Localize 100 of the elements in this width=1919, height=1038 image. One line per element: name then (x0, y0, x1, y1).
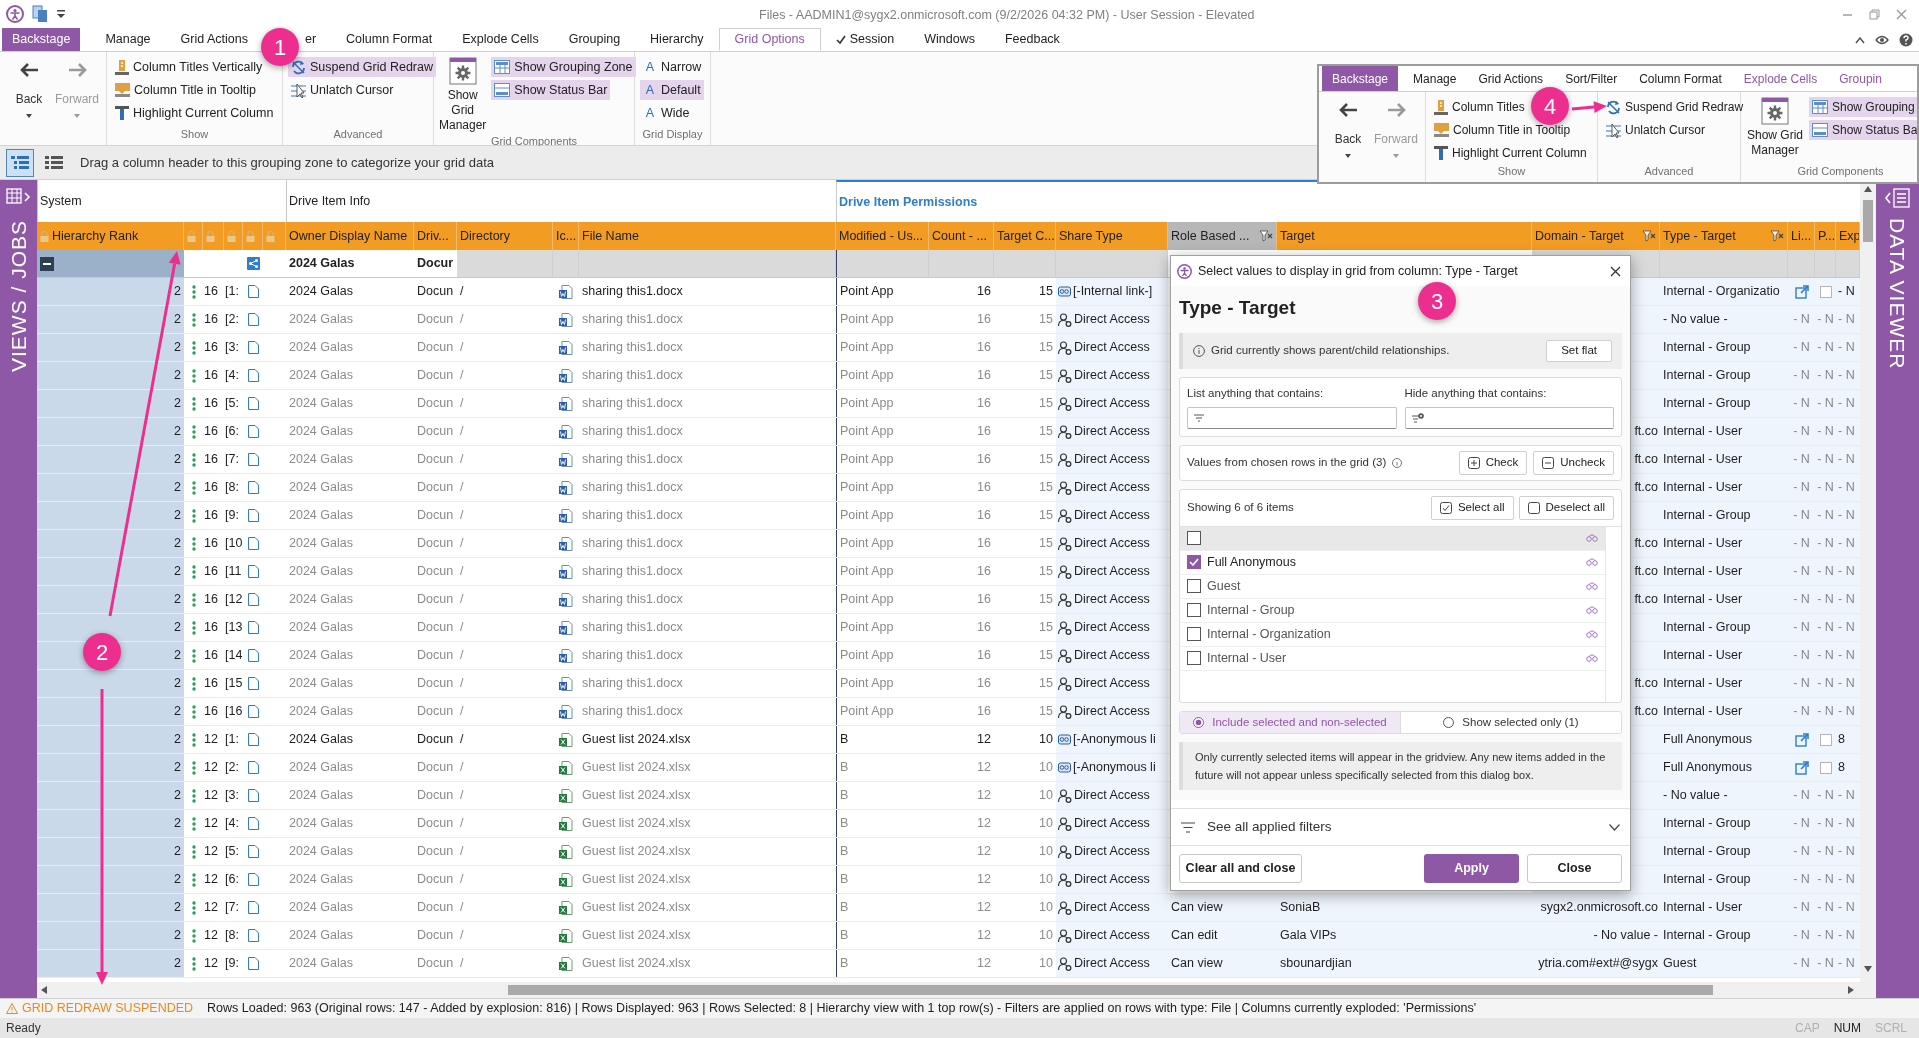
applied-filters-expander[interactable]: See all applied filters (1171, 808, 1630, 846)
dialog-button[interactable]: Close (1527, 853, 1622, 883)
table-cell-text: / (459, 451, 465, 469)
ribbon-tab[interactable]: Manage (90, 28, 166, 51)
ribbon-tab[interactable]: Backstage (2, 28, 81, 51)
column-header[interactable]: Role Based ... (1168, 222, 1277, 250)
show-grid-manager-button[interactable]: Show Grid Manager (1746, 97, 1804, 163)
checkbox[interactable] (1187, 531, 1201, 546)
ribbon-button[interactable]: Show Grouping Zone (491, 57, 636, 77)
table-cell-text: 2024 Galas (288, 283, 354, 301)
checkbox[interactable] (1819, 285, 1832, 298)
table-cell-text: 16 (203, 591, 219, 609)
check-icon (835, 34, 846, 45)
ribbon-button[interactable]: Show Status Bar (491, 80, 611, 100)
column-header[interactable]: Owner Display Name (286, 222, 414, 250)
table-cell-text: 15 (1038, 563, 1054, 581)
ribbon-button[interactable]: Column Title in Tooltip (112, 80, 260, 100)
ribbon-tab[interactable]: Hierarchy (635, 28, 719, 51)
table-cell-text: 15 (1038, 367, 1054, 385)
checkbox[interactable] (1819, 733, 1832, 746)
list-item[interactable]: Internal - User (1180, 646, 1605, 671)
list-item[interactable]: Guest (1180, 574, 1605, 599)
ribbon-button[interactable]: Suspend Grid Redraw (288, 57, 436, 77)
filter-remove-icon (1411, 412, 1424, 423)
ribbon-tab[interactable]: Session (820, 28, 910, 51)
vertical-dots-icon (191, 816, 196, 831)
checkbox[interactable] (1187, 555, 1201, 570)
horizontal-scrollbar[interactable] (37, 982, 1860, 998)
checkbox[interactable] (1187, 651, 1201, 666)
ribbon-tab[interactable]: Groupin (1828, 66, 1893, 91)
ribbon-button[interactable]: Suspend Grid Redraw (1603, 97, 1747, 117)
ribbon-button[interactable]: A Narrow (640, 57, 705, 77)
caret-icon (1393, 154, 1399, 158)
list-item[interactable]: Internal - Group (1180, 598, 1605, 623)
ribbon-button[interactable]: A Wide (640, 103, 693, 123)
ribbon-button[interactable]: Show Status Ba (1809, 120, 1917, 140)
checkbox[interactable] (1187, 579, 1201, 594)
share-type-label: [-Internal link-] (1073, 283, 1153, 301)
table-cell-text: [3: (224, 339, 240, 357)
nav-button[interactable]: Back (1327, 100, 1369, 182)
column-header[interactable]: Target (1277, 222, 1532, 250)
ribbon-tab[interactable]: Column Format (1628, 66, 1733, 91)
scrollbar-thumb[interactable] (508, 985, 1713, 995)
list-item[interactable]: Full Anonymous (1180, 550, 1605, 575)
ribbon-tab[interactable]: Explode Cells (1732, 66, 1829, 91)
table-cell-text: 2024 Galas (288, 507, 354, 525)
ribbon-tab[interactable]: Backstage (1322, 66, 1399, 91)
list-item[interactable]: Internal - Organization (1180, 622, 1605, 647)
uncheck-button[interactable]: Uncheck (1533, 450, 1614, 475)
ribbon-button[interactable]: Unlatch Cursor (288, 80, 397, 100)
table-cell: - N (1815, 446, 1836, 473)
ribbon-tab[interactable]: Feedback (989, 28, 1075, 51)
checkbox[interactable] (1187, 603, 1201, 618)
side-panel-label: VIEWS / JOBS (5, 220, 31, 373)
page-icon (247, 845, 259, 858)
ribbon-tab[interactable]: Grouping (553, 28, 636, 51)
ribbon-tab[interactable]: er (300, 28, 332, 51)
ribbon-button[interactable]: Highlight Current Column (1431, 143, 1590, 163)
deselect-all-button[interactable]: Deselect all (1518, 495, 1614, 520)
input-field[interactable] (1404, 406, 1614, 429)
ribbon-button[interactable]: Unlatch Cursor (1603, 120, 1709, 140)
ribbon-button[interactable]: Highlight Current Column (112, 103, 277, 123)
column-header[interactable]: Driv... (414, 222, 457, 250)
select-all-button[interactable]: Select all (1430, 495, 1514, 520)
checkbox[interactable] (1187, 627, 1201, 642)
ribbon-button[interactable]: Show Grouping (1809, 97, 1917, 117)
table-cell-text: Docun (416, 899, 455, 917)
ribbon-tab[interactable]: Manage (1402, 66, 1468, 91)
grid-expand-icon (5, 188, 32, 206)
ribbon-button[interactable]: Column Titles (1431, 97, 1528, 117)
user-gear-icon (1058, 312, 1072, 327)
ribbon-tab[interactable]: Grid Options (718, 28, 821, 51)
nav-button[interactable]: Back (8, 60, 50, 145)
ribbon-tab[interactable]: Grid Actions (165, 28, 263, 51)
collapse-button[interactable] (40, 256, 54, 271)
view-toggle-button[interactable] (6, 148, 34, 177)
set-flat-button[interactable]: Set flat (1546, 339, 1612, 362)
tooltip-icon (1434, 123, 1449, 137)
document-file-icon (559, 396, 573, 411)
table-cell-text: Guest list 2024.xlsx (581, 759, 692, 777)
table-cell: Internal - Group (1660, 922, 1788, 949)
views-jobs-panel[interactable]: VIEWS / JOBS (0, 180, 37, 998)
table-cell: 2 (37, 586, 184, 613)
check-button[interactable]: Check (1458, 450, 1528, 475)
input-field[interactable] (1187, 406, 1397, 429)
dialog-button[interactable]: Apply (1424, 853, 1519, 883)
dialog-button[interactable]: Clear all and close (1179, 853, 1302, 883)
radio-option[interactable]: Include selected and non-selected (1180, 711, 1401, 733)
ribbon-tab[interactable]: Column Format (331, 28, 448, 51)
ribbon-tab[interactable]: Explode Cells (447, 28, 554, 51)
table-cell-text: 10 (1038, 871, 1054, 889)
share-type-label: Direct Access (1074, 703, 1150, 721)
ribbon-tab[interactable]: Windows (909, 28, 990, 51)
scrollbar-thumb[interactable] (1863, 200, 1873, 242)
share-type-label: Direct Access (1074, 507, 1150, 525)
show-grid-manager-button[interactable]: Show Grid Manager (439, 57, 487, 133)
table-cell-text: Docun (416, 563, 455, 581)
checkbox[interactable] (1819, 761, 1832, 774)
ribbon-button[interactable]: A Default (640, 80, 704, 100)
table-cell-text: sharing this1.docx (581, 619, 684, 637)
